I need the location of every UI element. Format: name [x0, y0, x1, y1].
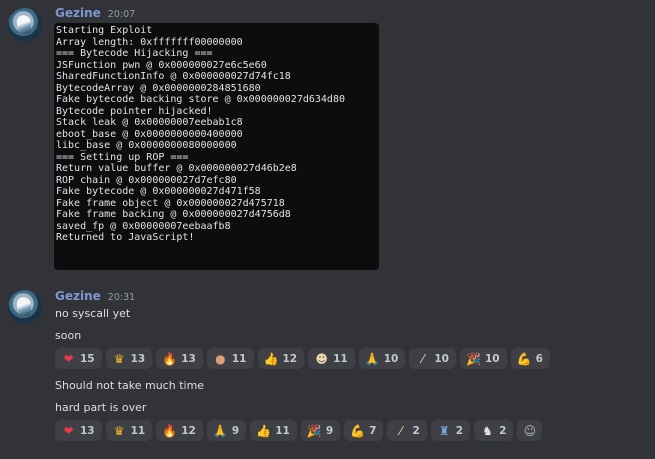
code-line: Fake frame backing @ 0x000000027d4756d8	[56, 209, 291, 220]
reaction-button[interactable]: ♛ 13	[105, 348, 153, 369]
party-popper-icon: 🎉	[306, 423, 322, 438]
reaction-button[interactable]: 💪 6	[510, 348, 550, 369]
code-line: BytecodeArray @ 0x0000000284851680	[56, 82, 261, 94]
timestamp: 20:31	[107, 292, 136, 303]
reaction-count: 10	[383, 352, 399, 365]
reaction-button[interactable]: 👍 12	[257, 348, 305, 369]
code-line: Fake bytecode backing store @ 0x00000002…	[56, 94, 345, 105]
code-line: Array length: 0xfffffff00000000	[56, 36, 243, 48]
goat-icon: ♞	[482, 423, 493, 438]
reaction-count: 15	[80, 352, 95, 365]
add-reaction-button[interactable]: ☺	[517, 420, 543, 441]
reaction-button[interactable]: 👍 11	[250, 420, 297, 441]
reaction-count: 12	[282, 352, 298, 365]
message-text: no syscall yet	[55, 307, 131, 320]
message-text: Should not take much time	[55, 379, 205, 392]
reaction-count: 10	[485, 352, 500, 365]
reaction-count: 11	[275, 424, 290, 437]
thumbs-up-icon: 👍	[256, 423, 272, 438]
code-line: Fake frame object @ 0x000000027d475718	[56, 197, 285, 209]
reaction-bar: ❤ 13 ♛ 11 🔥 12 🙏 9 👍 11 🎉 9 💪 7 ⁄ 2 ♜ 2 ♞ 2 ☺	[55, 420, 543, 441]
add-reaction-smiley-icon: ☺	[523, 423, 537, 438]
message-header: Gezine 20:07	[55, 6, 135, 20]
reaction-button[interactable]: ⁄ 10	[409, 348, 456, 369]
message-text: hard part is over	[55, 401, 147, 414]
code-line: Returned to JavaScript!	[56, 232, 195, 243]
reaction-count: 10	[434, 352, 449, 365]
reaction-button[interactable]: 🙏 10	[358, 348, 406, 369]
reaction-button[interactable]: ♛ 11	[105, 420, 153, 441]
reaction-button[interactable]: 🎉 10	[460, 348, 507, 369]
folded-hands-icon: 🙏	[364, 351, 380, 366]
cook-icon: ☻	[315, 351, 328, 366]
flexed-biceps-icon: 💪	[516, 351, 532, 366]
reaction-button[interactable]: 🔥 12	[156, 420, 203, 441]
mage-icon: ♜	[438, 423, 450, 438]
reaction-count: 2	[499, 424, 507, 437]
heart-icon: ❤	[63, 351, 74, 366]
reaction-count: 6	[535, 352, 543, 365]
reaction-count: 9	[231, 424, 240, 437]
reaction-button[interactable]: ♜ 2	[430, 420, 471, 441]
code-line: Stack leak @ 0x00000007eebab1c8	[56, 117, 243, 128]
reaction-button[interactable]: 🎉 9	[300, 420, 341, 441]
reaction-count: 13	[130, 352, 146, 365]
code-line: === Setting up ROP ===	[56, 151, 189, 163]
code-line: Starting Exploit	[56, 25, 153, 36]
reaction-button[interactable]: ❤ 13	[55, 420, 102, 441]
reaction-button[interactable]: ☻ 11	[308, 348, 355, 369]
reaction-count: 9	[325, 424, 334, 437]
avatar[interactable]	[8, 290, 42, 324]
reaction-count: 12	[181, 424, 196, 437]
magic-wand-icon: ⁄	[399, 423, 402, 438]
code-line: JSFunction pwn @ 0x000000027e6c5e60	[56, 59, 267, 71]
party-popper-icon: 🎉	[466, 351, 481, 366]
message-header: Gezine 20:31	[55, 289, 135, 303]
timestamp: 20:07	[107, 9, 136, 20]
folded-hands-icon: 🙏	[212, 423, 228, 438]
code-line: === Bytecode Hijacking ===	[56, 48, 213, 59]
reaction-button[interactable]: 🔥 13	[156, 348, 203, 369]
message-text: soon	[55, 329, 82, 342]
message-group-1: Gezine 20:07 Starting Exploit Array lengt…	[0, 0, 655, 275]
crown-icon: ♛	[113, 351, 125, 366]
username[interactable]: Gezine	[55, 289, 101, 303]
code-line: libc_base @ 0x0000000080000000	[56, 140, 237, 151]
brown-circle-icon: ●	[215, 351, 226, 366]
fire-icon: 🔥	[162, 351, 178, 366]
reaction-count: 13	[80, 424, 95, 437]
thumbs-up-icon: 👍	[263, 351, 279, 366]
flexed-biceps-icon: 💪	[350, 423, 366, 438]
reaction-button[interactable]: ⁄ 2	[387, 420, 427, 441]
code-block: Starting Exploit Array length: 0xfffffff0…	[54, 23, 379, 270]
fire-icon: 🔥	[162, 423, 178, 438]
reaction-count: 13	[181, 352, 196, 365]
code-line: SharedFunctionInfo @ 0x000000027d74fc18	[56, 71, 291, 82]
reaction-bar: ❤ 15 ♛ 13 🔥 13 ● 11 👍 12 ☻ 11 🙏 10 ⁄ 10 🎉 10 💪 6	[55, 348, 550, 369]
code-line: saved_fp @ 0x00000007eebaafb8	[56, 220, 231, 232]
heart-icon: ❤	[63, 423, 74, 438]
code-line: eboot_base @ 0x0000000000400000	[56, 128, 243, 140]
reaction-count: 2	[412, 424, 420, 437]
reaction-button[interactable]: 💪 7	[344, 420, 384, 441]
code-line: Fake bytecode @ 0x000000027d471f58	[56, 186, 261, 197]
code-line: Return value buffer @ 0x000000027d46b2e8	[56, 163, 297, 174]
reaction-button[interactable]: ● 11	[206, 348, 254, 369]
code-line: Bytecode pointer hijacked!	[56, 105, 213, 117]
reaction-button[interactable]: ♞ 2	[474, 420, 514, 441]
reaction-count: 11	[333, 352, 348, 365]
crown-icon: ♛	[113, 423, 125, 438]
reaction-count: 11	[130, 424, 146, 437]
reaction-button[interactable]: 🙏 9	[206, 420, 247, 441]
magic-wand-icon: ⁄	[421, 351, 424, 366]
reaction-count: 7	[369, 424, 377, 437]
reaction-count: 11	[231, 352, 247, 365]
message-group-2: Gezine 20:31 no syscall yet soon ❤ 15 ♛ 13 🔥…	[0, 283, 655, 459]
reaction-button[interactable]: ❤ 15	[55, 348, 102, 369]
username[interactable]: Gezine	[55, 6, 101, 20]
reaction-count: 2	[455, 424, 464, 437]
code-line: ROP chain @ 0x000000027d7efc80	[56, 174, 237, 186]
avatar[interactable]	[8, 8, 42, 42]
